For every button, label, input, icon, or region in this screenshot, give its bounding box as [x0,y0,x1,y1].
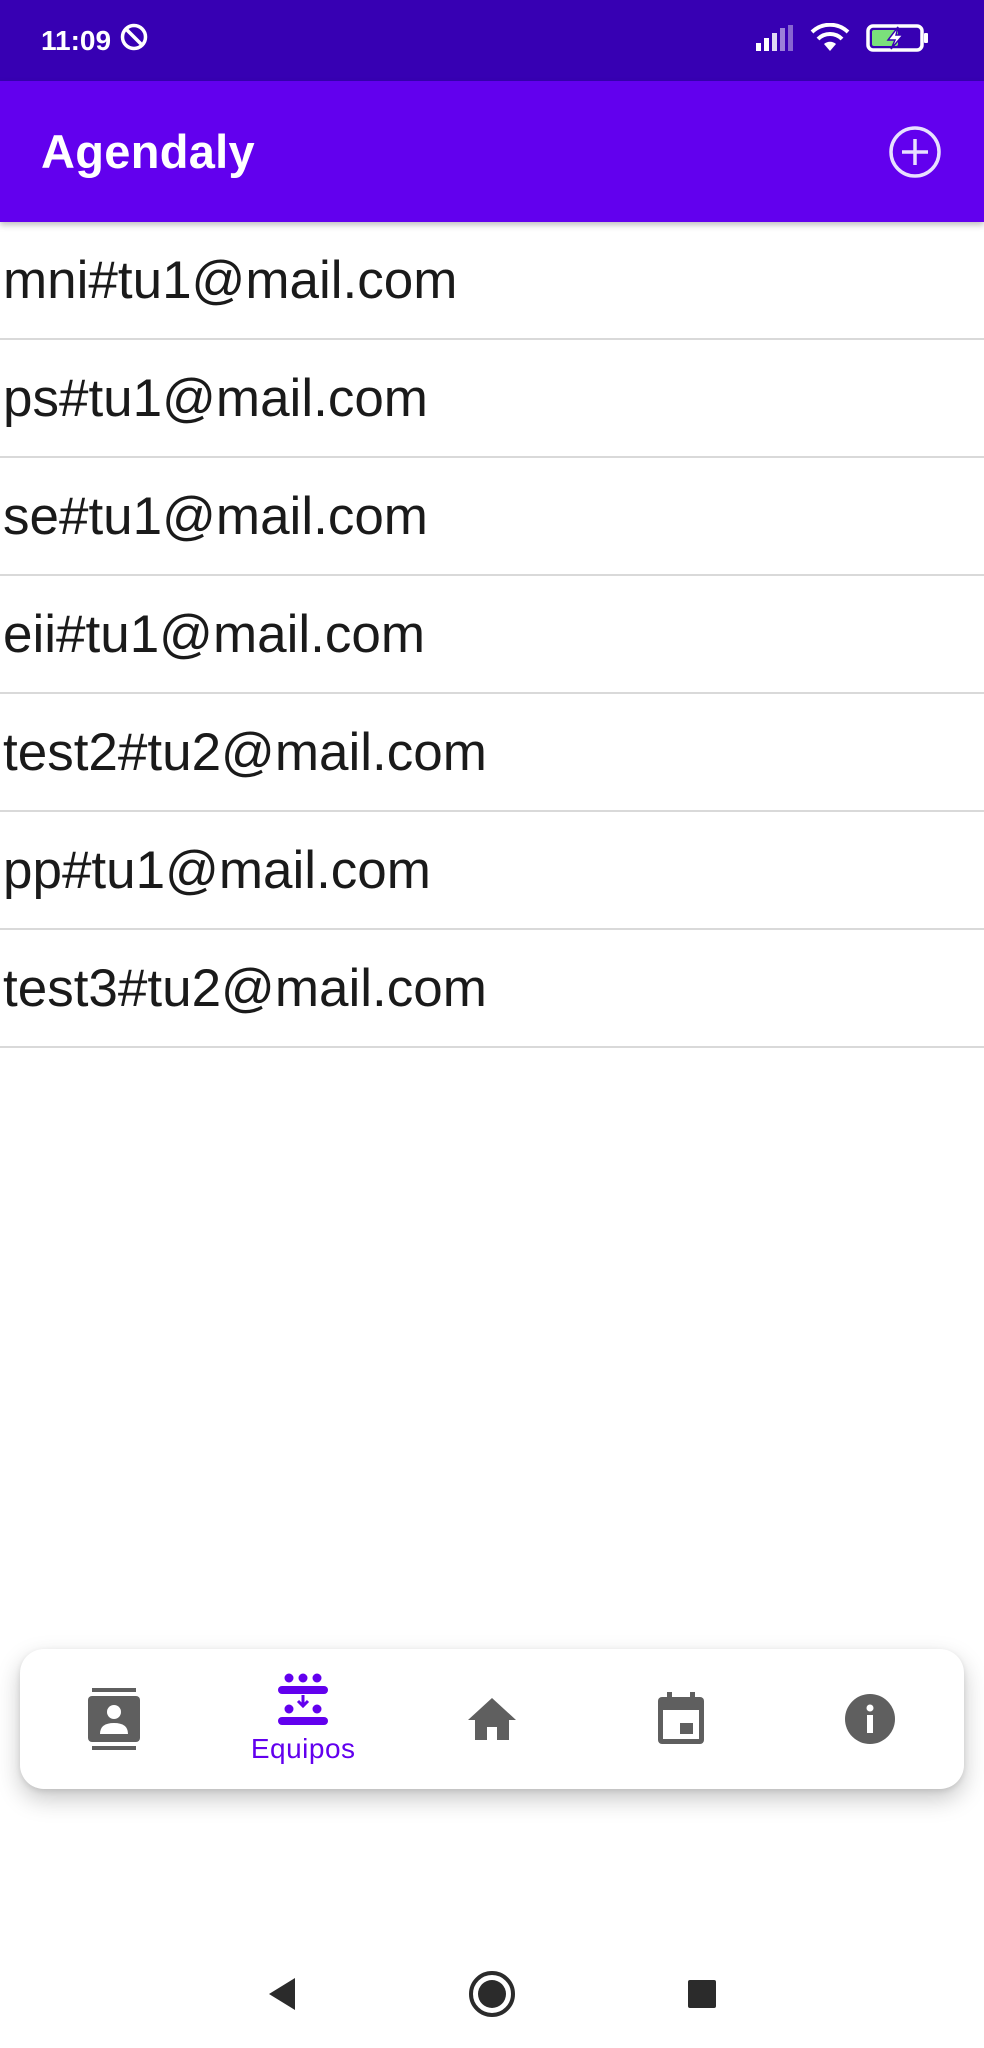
status-bar: 11:09 [0,0,984,81]
signal-icon [754,25,794,56]
status-time: 11:09 [41,24,112,56]
list-item[interactable]: test3#tu2@mail.com [0,930,984,1048]
wifi-icon [810,22,850,58]
list-item[interactable]: ps#tu1@mail.com [0,340,984,458]
groups-icon [278,1673,329,1725]
add-circle-icon [889,125,941,178]
app-title: Agendaly [41,125,255,178]
home-icon [467,1698,516,1740]
nav-item-equipos[interactable]: Equipos [228,1649,378,1789]
screen: 11:09 Agendaly mni#tu1@mail.com ps#tu1@m… [0,0,984,2048]
list-item[interactable]: test2#tu2@mail.com [0,694,984,812]
nav-item-home[interactable] [417,1649,567,1789]
battery-charging-icon [866,23,930,58]
nav-item-info[interactable] [795,1649,945,1789]
contacts-icon [88,1688,141,1750]
back-icon [269,1978,295,2010]
app-bar: Agendaly [0,81,984,222]
calendar-icon [657,1692,704,1744]
list-item[interactable]: eii#tu1@mail.com [0,576,984,694]
status-right [754,22,930,58]
home-circle-icon [469,1971,515,2017]
info-icon [844,1694,895,1744]
system-nav [0,1940,984,2048]
home-system-button[interactable] [462,1964,522,2024]
nav-item-contacts[interactable] [39,1649,189,1789]
back-button[interactable] [252,1964,312,2024]
status-left: 11:09 [41,22,149,59]
add-button[interactable] [886,123,944,181]
nav-item-calendar[interactable] [606,1649,756,1789]
list-item[interactable]: mni#tu1@mail.com [0,222,984,340]
bottom-nav: Equipos [20,1649,964,1789]
recents-icon [688,1980,716,2008]
list-item[interactable]: se#tu1@mail.com [0,458,984,576]
do-not-disturb-icon [119,22,149,59]
recents-button[interactable] [672,1964,732,2024]
list-item[interactable]: pp#tu1@mail.com [0,812,984,930]
email-list: mni#tu1@mail.com ps#tu1@mail.com se#tu1@… [0,222,984,1048]
nav-label-equipos: Equipos [250,1733,356,1764]
